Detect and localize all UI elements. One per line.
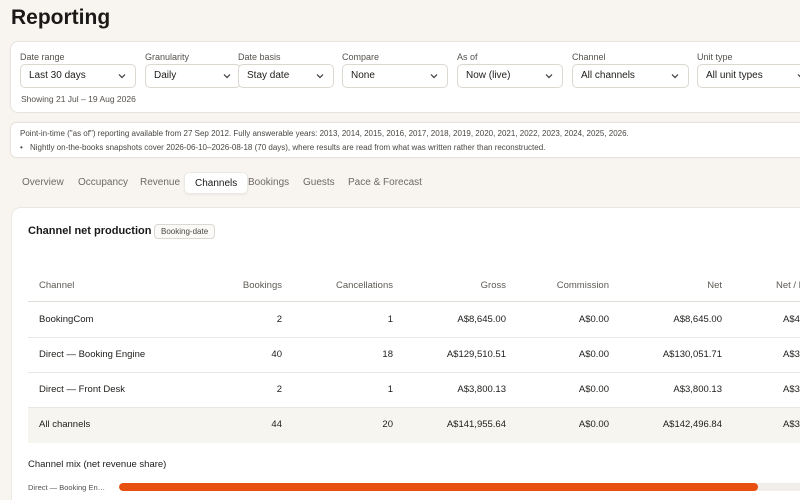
cell-channel: Direct — Booking Engine: [39, 349, 146, 360]
chevron-down-icon: [430, 74, 438, 79]
filter-label: Granularity: [145, 52, 190, 62]
tab-guests[interactable]: Guests: [293, 172, 345, 194]
chevron-down-icon: [316, 74, 324, 79]
column-header-commission: Commission: [556, 280, 609, 291]
tab-revenue[interactable]: Revenue: [130, 172, 190, 194]
cell-net-per-booking: A$3: [783, 419, 800, 430]
cell-net-per-booking: A$3: [783, 349, 800, 360]
channel-production-card: Channel net production Booking-date Chan…: [11, 207, 800, 500]
cell-net: A$142,496.84: [662, 419, 722, 430]
cell-cancellations: 20: [382, 419, 393, 430]
cell-net-per-booking: A$3: [783, 384, 800, 395]
filter-label: Date basis: [238, 52, 281, 62]
cell-net: A$3,800.13: [673, 384, 722, 395]
select-value: All unit types: [706, 70, 763, 81]
cell-commission: A$0.00: [578, 314, 609, 325]
tab-pace-forecast[interactable]: Pace & Forecast: [338, 172, 432, 194]
cell-commission: A$0.00: [578, 419, 609, 430]
cell-net-per-booking: A$4: [783, 314, 800, 325]
cell-net: A$8,645.00: [673, 314, 722, 325]
chevron-down-icon: [118, 74, 126, 79]
column-header-bookings: Bookings: [242, 280, 282, 291]
tab-bookings[interactable]: Bookings: [238, 172, 299, 194]
mix-bar-track: [119, 483, 800, 491]
table-row: BookingCom 2 1 A$8,645.00 A$0.00 A$8,645…: [28, 303, 800, 338]
channel-select[interactable]: All channels: [572, 64, 689, 88]
mix-bar-fill: [119, 483, 759, 491]
chevron-down-icon: [671, 74, 679, 79]
cell-gross: A$141,955.64: [446, 419, 506, 430]
select-value: All channels: [581, 70, 635, 81]
table-header-row: Channel Bookings Cancellations Gross Com…: [28, 269, 800, 302]
page-title: Reporting: [11, 6, 111, 29]
filter-label: Date range: [20, 52, 65, 62]
cell-gross: A$8,645.00: [457, 314, 506, 325]
cell-cancellations: 1: [387, 384, 393, 395]
cell-net: A$130,051.71: [662, 349, 722, 360]
column-header-channel: Channel: [39, 280, 75, 291]
info-text: Point-in-time ("as of") reporting availa…: [20, 129, 629, 138]
as-of-info-notice: Point-in-time ("as of") reporting availa…: [10, 122, 800, 158]
cell-cancellations: 18: [382, 349, 393, 360]
select-value: None: [351, 70, 375, 81]
tab-overview[interactable]: Overview: [12, 172, 74, 194]
granularity-select[interactable]: Daily: [145, 64, 241, 88]
column-header-net: Net: [707, 280, 722, 291]
cell-gross: A$3,800.13: [457, 384, 506, 395]
select-value: Daily: [154, 70, 177, 81]
table-row: Direct — Booking Engine 40 18 A$129,510.…: [28, 338, 800, 373]
date-range-select[interactable]: Last 30 days: [20, 64, 136, 88]
cell-channel: All channels: [39, 419, 91, 430]
filter-label: Channel: [572, 52, 606, 62]
cell-bookings: 40: [271, 349, 282, 360]
info-bullet-item: • Nightly on-the-books snapshots cover 20…: [20, 143, 545, 152]
cell-bookings: 44: [271, 419, 282, 430]
mix-row-label: Direct — Booking En…: [28, 483, 106, 492]
unit-type-select[interactable]: All unit types: [697, 64, 800, 88]
filter-label: Compare: [342, 52, 380, 62]
cell-bookings: 2: [276, 314, 282, 325]
tab-occupancy[interactable]: Occupancy: [68, 172, 138, 194]
table-total-row: All channels 44 20 A$141,955.64 A$0.00 A…: [28, 408, 800, 443]
column-header-gross: Gross: [480, 280, 506, 291]
card-title: Channel net production: [28, 225, 152, 237]
date-basis-badge: Booking-date: [154, 224, 216, 239]
cell-bookings: 2: [276, 384, 282, 395]
table-row: Direct — Front Desk 2 1 A$3,800.13 A$0.0…: [28, 373, 800, 408]
cell-channel: BookingCom: [39, 314, 94, 325]
compare-select[interactable]: None: [342, 64, 448, 88]
chevron-down-icon: [545, 74, 553, 79]
column-header-net-per-booking: Net / b: [776, 280, 800, 291]
select-value: Now (live): [466, 70, 511, 81]
column-header-cancellations: Cancellations: [335, 280, 393, 291]
cell-channel: Direct — Front Desk: [39, 384, 126, 395]
cell-cancellations: 1: [387, 314, 393, 325]
cell-commission: A$0.00: [578, 384, 609, 395]
filter-panel: Date range Last 30 days Granularity Dail…: [10, 41, 800, 113]
cell-gross: A$129,510.51: [446, 349, 506, 360]
info-bullet-text: Nightly on-the-books snapshots cover 202…: [30, 143, 546, 152]
select-value: Last 30 days: [29, 70, 86, 81]
date-range-summary: Showing 21 Jul – 19 Aug 2026: [21, 94, 136, 104]
filter-label: As of: [457, 52, 478, 62]
as-of-select[interactable]: Now (live): [457, 64, 563, 88]
cell-commission: A$0.00: [578, 349, 609, 360]
channel-mix-title: Channel mix (net revenue share): [28, 459, 167, 470]
select-value: Stay date: [247, 70, 290, 81]
chevron-down-icon: [223, 74, 231, 79]
bullet-glyph: •: [20, 143, 23, 152]
filter-label: Unit type: [697, 52, 733, 62]
date-basis-select[interactable]: Stay date: [238, 64, 334, 88]
